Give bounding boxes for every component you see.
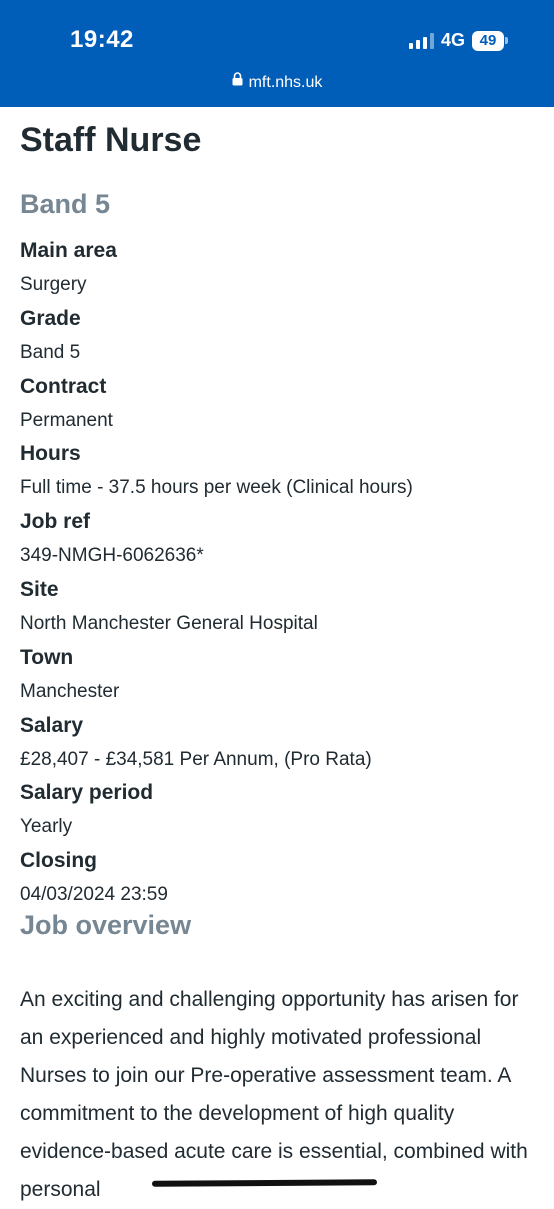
address-bar[interactable]: mft.nhs.uk bbox=[0, 72, 554, 92]
detail-label: Contract bbox=[20, 374, 107, 398]
detail-contract: Contract Permanent bbox=[20, 370, 540, 438]
detail-grade: Grade Band 5 bbox=[20, 302, 540, 370]
detail-salary-period: Salary period Yearly bbox=[20, 776, 540, 844]
network-type: 4G bbox=[440, 30, 465, 50]
battery-icon: 49 bbox=[472, 30, 508, 51]
detail-label: Job ref bbox=[20, 510, 91, 534]
band-subtitle: Band 5 bbox=[20, 189, 111, 219]
detail-hours: Hours Full time - 37.5 hours per week (C… bbox=[20, 437, 540, 505]
battery-level: 49 bbox=[472, 30, 504, 51]
detail-label: Hours bbox=[20, 442, 81, 466]
status-time: 19:42 bbox=[70, 26, 134, 53]
detail-value: Band 5 bbox=[20, 341, 81, 363]
detail-label: Closing bbox=[20, 849, 97, 873]
detail-salary: Salary £28,407 - £34,581 Per Annum, (Pro… bbox=[20, 709, 540, 777]
detail-value: North Manchester General Hospital bbox=[20, 612, 318, 634]
job-overview-text: An exciting and challenging opportunity … bbox=[20, 988, 528, 1201]
status-indicators: 4G 49 bbox=[408, 30, 508, 51]
detail-value: Permanent bbox=[20, 409, 113, 431]
detail-value: Full time - 37.5 hours per week (Clinica… bbox=[20, 477, 413, 499]
browser-header: 19:42 4G 49 mft.nhs.uk bbox=[0, 0, 554, 107]
detail-value: Yearly bbox=[20, 816, 73, 838]
detail-value: Surgery bbox=[20, 274, 87, 295]
url-text: mft.nhs.uk bbox=[248, 74, 323, 91]
detail-value: 349-NMGH-6062636* bbox=[20, 545, 204, 567]
detail-closing: Closing 04/03/2024 23:59 bbox=[20, 844, 540, 912]
detail-town: Town Manchester bbox=[20, 641, 540, 709]
job-overview-heading: Job overview bbox=[20, 910, 192, 940]
detail-label: Main area bbox=[20, 239, 117, 262]
cellular-signal-icon bbox=[408, 32, 434, 49]
detail-value: £28,407 - £34,581 Per Annum, (Pro Rata) bbox=[20, 748, 372, 770]
detail-value: 04/03/2024 23:59 bbox=[20, 884, 168, 906]
detail-label: Grade bbox=[20, 306, 81, 330]
detail-job-ref: Job ref 349-NMGH-6062636* bbox=[20, 505, 540, 573]
detail-label: Salary period bbox=[20, 781, 154, 805]
detail-label: Site bbox=[20, 577, 59, 601]
detail-label: Town bbox=[20, 645, 74, 669]
job-details-list: Main area Surgery Grade Band 5 Contract … bbox=[20, 234, 540, 912]
detail-site: Site North Manchester General Hospital bbox=[20, 573, 540, 641]
page-title: Staff Nurse bbox=[20, 121, 202, 159]
detail-value: Manchester bbox=[20, 680, 120, 702]
detail-main-area: Main area Surgery bbox=[20, 234, 540, 302]
lock-icon bbox=[232, 72, 243, 91]
detail-label: Salary bbox=[20, 713, 84, 737]
